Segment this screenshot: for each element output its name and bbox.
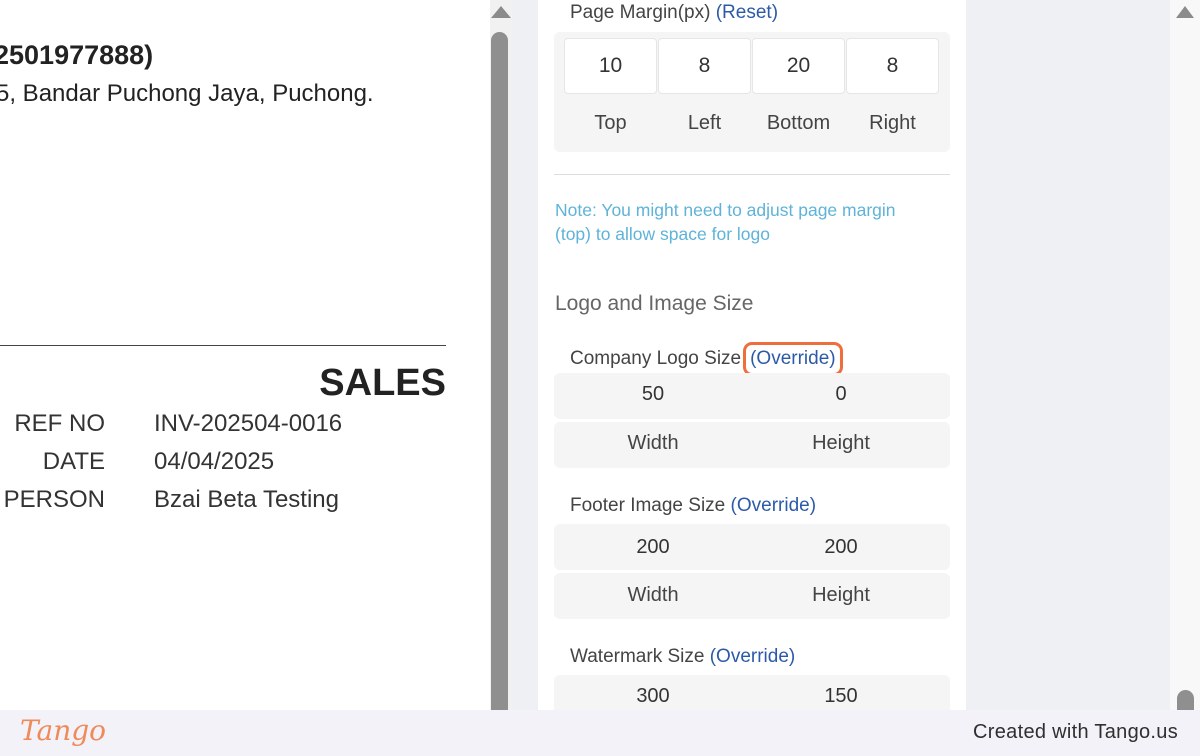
- footer-image-height-input[interactable]: 200: [742, 536, 940, 559]
- document-title: SALES: [319, 362, 446, 404]
- preview-scrollbar-thumb[interactable]: [491, 32, 508, 722]
- meta-row-ref-no: REF NO INV-202504-0016: [0, 410, 490, 440]
- meta-row-date: DATE 04/04/2025: [0, 448, 490, 478]
- meta-value: INV-202504-0016: [154, 410, 343, 437]
- logo-margin-note: Note: You might need to adjust page marg…: [555, 200, 896, 244]
- margin-bottom-caption: Bottom: [766, 112, 831, 134]
- height-caption: Height: [812, 584, 870, 606]
- watermark-size-group: 300 150: [554, 675, 950, 710]
- footer-image-size-group: 200 200 Width Height: [554, 524, 950, 622]
- reset-margin-link[interactable]: (Reset): [716, 2, 778, 23]
- margin-bottom-input[interactable]: 20: [752, 38, 845, 94]
- page-margin-label: Page Margin(px) (Reset): [570, 2, 779, 23]
- company-logo-size-label: Company Logo Size (Override): [570, 342, 843, 376]
- watermark-size-label: Watermark Size (Override): [570, 646, 796, 667]
- footer-image-size-label: Footer Image Size (Override): [570, 495, 817, 516]
- watermark-height-input[interactable]: 150: [742, 685, 940, 708]
- width-caption: Width: [627, 584, 679, 606]
- invoice-preview: 2501977888) 5, Bandar Puchong Jaya, Puch…: [0, 0, 490, 710]
- footer-image-width-input[interactable]: 200: [554, 536, 752, 559]
- meta-value: Bzai Beta Testing: [154, 486, 340, 513]
- margin-top-caption: Top: [594, 112, 627, 134]
- created-with-tango-text: Created with Tango.us: [973, 721, 1178, 743]
- preview-scrollbar[interactable]: [490, 0, 512, 722]
- company-logo-width-input[interactable]: 50: [554, 383, 752, 406]
- tango-footer: Tango Created with Tango.us: [0, 710, 1200, 756]
- watermark-override-link[interactable]: (Override): [710, 646, 796, 667]
- company-registration: 2501977888): [0, 40, 154, 70]
- meta-label: REF NO: [14, 410, 105, 437]
- tango-logo: Tango: [20, 714, 107, 747]
- footer-image-override-link[interactable]: (Override): [731, 495, 817, 516]
- margin-left-input[interactable]: 8: [658, 38, 751, 94]
- company-logo-height-input[interactable]: 0: [742, 383, 940, 406]
- company-logo-override-link[interactable]: (Override): [743, 342, 843, 376]
- meta-row-person: PERSON Bzai Beta Testing: [0, 486, 490, 516]
- margin-top-input[interactable]: 10: [564, 38, 657, 94]
- print-settings-panel: Page Margin(px) (Reset) 10 8 20 8 Top Le…: [538, 0, 966, 710]
- meta-label: DATE: [42, 448, 105, 475]
- margin-right-caption: Right: [869, 112, 916, 134]
- company-logo-size-group: 50 0 Width Height: [554, 373, 950, 471]
- meta-value: 04/04/2025: [154, 448, 275, 475]
- section-divider: [554, 174, 950, 175]
- meta-label: PERSON: [3, 486, 105, 513]
- logo-image-size-heading: Logo and Image Size: [555, 292, 754, 315]
- height-caption: Height: [812, 432, 870, 454]
- settings-scrollbar[interactable]: [1170, 0, 1200, 720]
- width-caption: Width: [627, 432, 679, 454]
- margin-left-caption: Left: [687, 112, 722, 134]
- margin-right-input[interactable]: 8: [846, 38, 939, 94]
- scroll-up-arrow-icon[interactable]: [491, 6, 511, 18]
- invoice-divider: [0, 345, 446, 346]
- watermark-width-input[interactable]: 300: [554, 685, 752, 708]
- scroll-up-arrow-icon[interactable]: [1176, 6, 1194, 18]
- page-margin-group: 10 8 20 8 Top Left Bottom Right: [554, 32, 950, 152]
- company-address: 5, Bandar Puchong Jaya, Puchong.: [0, 80, 374, 107]
- panel-gutter: [512, 0, 538, 710]
